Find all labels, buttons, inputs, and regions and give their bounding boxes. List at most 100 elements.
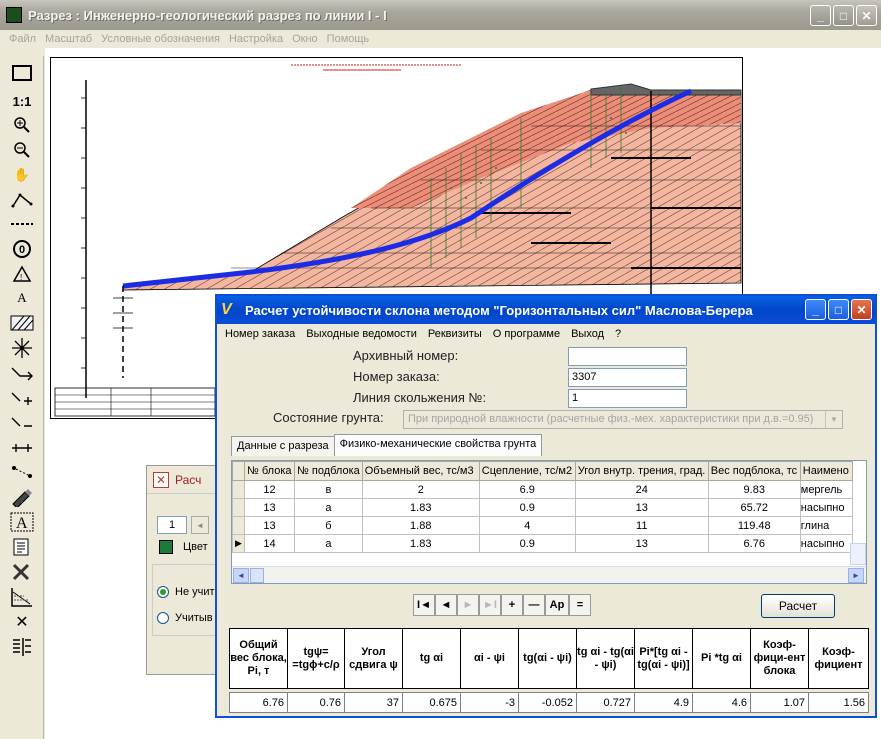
delete-icon[interactable]: ✕ [8,611,36,633]
soil-state-label: Состояние грунта: [273,410,384,425]
menu-requisites[interactable]: Реквизиты [428,328,482,340]
menu-output-reports[interactable]: Выходные ведомости [306,328,417,340]
scroll-thumb[interactable] [250,568,264,583]
menu-settings[interactable]: Настройка [229,33,283,45]
order-number-input[interactable]: 3307 [568,368,687,387]
res-header-pi-tg-diff: Pi*[tg αi - tg(αi - ψi)] [634,628,693,689]
profile-calc-icon[interactable] [8,586,36,608]
nav-next-button[interactable]: ► [457,594,479,616]
grid-vertical-scrollbar[interactable] [850,543,866,565]
triangle-marker-icon[interactable]: ! [8,263,36,285]
radio-ignore[interactable] [157,586,169,598]
scroll-left-icon[interactable]: ◄ [233,568,249,583]
radio-account[interactable] [157,612,169,624]
dialog-close-button[interactable]: ✕ [851,299,872,320]
document-tool-icon[interactable] [8,536,36,558]
dialog-maximize-button[interactable]: □ [828,299,849,320]
menu-help-question[interactable]: ? [615,328,621,340]
table-row[interactable]: ▶ 14 а 1.83 0.9 13 6.76 насыпно [232,534,853,553]
measure-line-icon[interactable] [8,437,36,459]
svg-text:!: ! [20,273,22,282]
tab-section-data[interactable]: Данные с разреза [231,436,335,456]
nav-first-button[interactable]: I◄ [413,594,435,616]
main-menubar: Файл Масштаб Условные обозначения Настро… [0,30,881,48]
menu-about[interactable]: О программе [493,328,560,340]
calculate-button[interactable]: Расчет [761,594,835,618]
res-header-coef: Коэф-фициент [808,628,869,689]
nav-remove-button[interactable]: — [523,594,545,616]
table-row[interactable]: 13 а 1.83 0.9 13 65.72 насыпно [232,498,853,517]
dialog-minimize-button[interactable]: _ [805,299,826,320]
background-calc-window: ✕ Расч 1 ◄ Цвет Не учит Учитыв [146,465,227,675]
menu-exit[interactable]: Выход [571,328,604,340]
rectangle-tool-icon[interactable] [8,62,36,84]
color-label: Цвет [183,541,208,553]
color-swatch[interactable] [159,540,173,554]
hatch-tool-icon[interactable] [8,312,36,334]
dialog-title: Расчет устойчивости склона методом "Гори… [245,302,753,318]
menu-scale[interactable]: Масштаб [45,33,92,45]
res-header-tg-psi: tgψ= =tgϕ+c/ρ [287,628,345,689]
col-friction-angle[interactable]: Угол внутр. трения, град. [574,461,709,481]
grid-horizontal-scrollbar[interactable]: ◄ ► [232,566,866,583]
scale-1-1-button[interactable]: 1:1 [8,90,36,112]
page-prev-button[interactable]: ◄ [191,516,209,534]
svg-text:0: 0 [19,244,25,256]
nav-apply-button[interactable]: Ap [545,594,569,616]
archive-number-input[interactable] [568,347,687,366]
app-icon [6,7,22,23]
minimize-button[interactable]: _ [810,5,831,26]
menu-legend[interactable]: Условные обозначения [101,33,220,45]
col-unit-weight[interactable]: Объемный вес, тс/м3 [361,461,480,481]
res-header-tg-alpha: tg αi [402,628,461,689]
close-button[interactable]: ✕ [856,5,877,26]
zoom-out-icon[interactable] [8,139,36,161]
col-soil-name[interactable]: Наимено [799,461,853,481]
radio-account-label: Учитыв [175,612,213,624]
add-point-icon[interactable] [8,387,36,409]
dashed-line-tool-icon[interactable] [8,213,36,235]
col-block-number[interactable]: № блока [244,461,295,481]
text-tool-icon[interactable]: A [8,287,36,309]
hand-pan-icon[interactable]: ✋ [8,164,36,186]
arrow-tool-icon[interactable] [8,362,36,384]
col-subblock-number[interactable]: № подблока [294,461,363,481]
chevron-down-icon[interactable]: ▼ [825,411,842,428]
nav-equal-button[interactable]: = [569,594,591,616]
table-list-icon[interactable] [8,636,36,658]
tab-soil-properties[interactable]: Физико-механические свойства грунта [333,434,543,456]
menu-order-number[interactable]: Номер заказа [225,328,295,340]
remove-point-icon[interactable] [8,412,36,434]
results-table: Общий вес блока, Pi, т tgψ= =tgϕ+c/ρ Уго… [229,628,870,713]
res-header-tg-alpha-minus-psi: tg(αi - ψi) [518,628,577,689]
res-header-tg-diff: tg αi - tg(αi - ψi) [576,628,635,689]
maximize-button[interactable]: □ [833,5,854,26]
soil-state-select[interactable]: При природной влажности (расчетные физ.-… [403,410,843,429]
well-marker-icon[interactable]: 0 [8,238,36,260]
dotted-connector-icon[interactable] [8,461,36,483]
page-number-field[interactable]: 1 [157,516,187,534]
main-window-titlebar: Разрез : Инженерно-геологический разрез … [0,0,881,30]
scroll-right-icon[interactable]: ► [848,568,864,583]
nav-prev-button[interactable]: ◄ [435,594,457,616]
menu-help[interactable]: Помощь [327,33,370,45]
menu-window[interactable]: Окно [292,33,318,45]
table-row[interactable]: 13 б 1.88 4 11 119.48 глина [232,516,853,535]
current-row-indicator-icon: ▶ [232,534,245,553]
nav-add-button[interactable]: + [501,594,523,616]
pencil-tool-icon[interactable] [8,486,36,508]
close-icon[interactable]: ✕ [153,471,169,488]
table-row[interactable]: 12 в 2 6.9 24 9.83 мергель [232,480,853,499]
nav-last-button[interactable]: ►I [479,594,501,616]
dialog-titlebar: V Расчет устойчивости склона методом "Го… [217,296,875,324]
menu-file[interactable]: Файл [9,33,36,45]
tools-icon[interactable] [8,561,36,583]
snap-cross-icon[interactable] [8,337,36,359]
col-subblock-weight[interactable]: Вес подблока, тс [707,461,801,481]
col-cohesion[interactable]: Сцепление, тс/м2 [478,461,576,481]
polyline-tool-icon[interactable] [8,189,36,211]
dialog-menubar: Номер заказа Выходные ведомости Реквизит… [217,324,875,344]
slip-line-input[interactable]: 1 [568,389,687,408]
zoom-in-icon[interactable] [8,114,36,136]
text-box-tool-icon[interactable]: A [8,511,36,533]
